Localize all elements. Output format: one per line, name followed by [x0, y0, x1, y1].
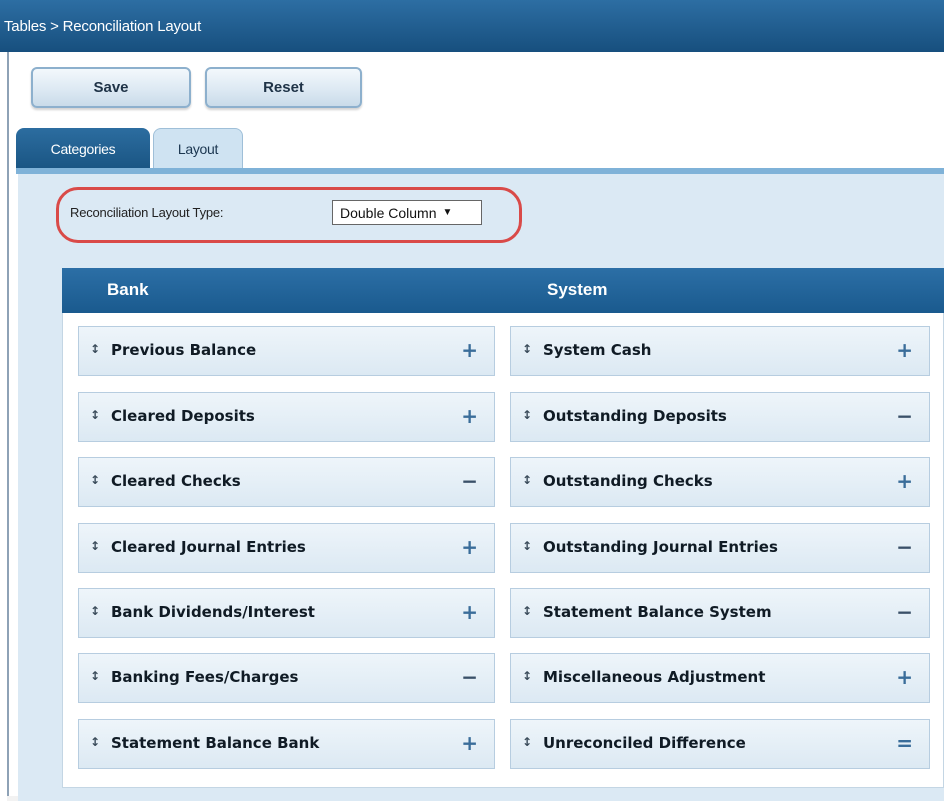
row-label: Outstanding Deposits: [543, 407, 727, 425]
plus-icon[interactable]: +: [461, 600, 478, 624]
plus-icon[interactable]: +: [896, 665, 913, 689]
drag-handle-icon[interactable]: ↕: [522, 735, 532, 749]
row-label: Previous Balance: [111, 341, 257, 359]
frame-border: [7, 52, 9, 801]
plus-icon[interactable]: +: [461, 731, 478, 755]
drag-handle-icon[interactable]: ↕: [90, 539, 100, 553]
minus-icon[interactable]: −: [461, 665, 478, 689]
bank-row-statement-balance-bank[interactable]: ↕ Statement Balance Bank +: [78, 719, 495, 769]
bank-column-header: Bank: [107, 280, 149, 299]
highlight-annotation: [56, 187, 522, 243]
row-label: Cleared Deposits: [111, 407, 255, 425]
row-label: Outstanding Checks: [543, 472, 713, 490]
drag-handle-icon[interactable]: ↕: [522, 539, 532, 553]
save-button[interactable]: Save: [31, 67, 191, 108]
system-row-statement-balance-system[interactable]: ↕ Statement Balance System −: [510, 588, 930, 638]
row-label: System Cash: [543, 341, 652, 359]
row-label: Cleared Checks: [111, 472, 241, 490]
system-row-unreconciled-difference[interactable]: ↕ Unreconciled Difference =: [510, 719, 930, 769]
plus-icon[interactable]: +: [461, 338, 478, 362]
equals-icon: =: [896, 731, 913, 755]
bank-row-cleared-journal-entries[interactable]: ↕ Cleared Journal Entries +: [78, 523, 495, 573]
breadcrumb: Tables > Reconciliation Layout: [4, 18, 202, 35]
bank-row-banking-fees-charges[interactable]: ↕ Banking Fees/Charges −: [78, 653, 495, 703]
plus-icon[interactable]: +: [461, 535, 478, 559]
system-row-system-cash[interactable]: ↕ System Cash +: [510, 326, 930, 376]
plus-icon[interactable]: +: [896, 469, 913, 493]
bank-row-cleared-deposits[interactable]: ↕ Cleared Deposits +: [78, 392, 495, 442]
drag-handle-icon[interactable]: ↕: [90, 342, 100, 356]
system-row-miscellaneous-adjustment[interactable]: ↕ Miscellaneous Adjustment +: [510, 653, 930, 703]
minus-icon[interactable]: −: [896, 600, 913, 624]
system-row-outstanding-journal-entries[interactable]: ↕ Outstanding Journal Entries −: [510, 523, 930, 573]
tab-layout[interactable]: Layout: [153, 128, 243, 169]
bank-row-cleared-checks[interactable]: ↕ Cleared Checks −: [78, 457, 495, 507]
drag-handle-icon[interactable]: ↕: [522, 604, 532, 618]
system-column-header: System: [547, 280, 608, 299]
system-row-outstanding-checks[interactable]: ↕ Outstanding Checks +: [510, 457, 930, 507]
row-label: Miscellaneous Adjustment: [543, 668, 766, 686]
system-row-outstanding-deposits[interactable]: ↕ Outstanding Deposits −: [510, 392, 930, 442]
minus-icon[interactable]: −: [896, 535, 913, 559]
plus-icon[interactable]: +: [461, 404, 478, 428]
drag-handle-icon[interactable]: ↕: [90, 669, 100, 683]
row-label: Bank Dividends/Interest: [111, 603, 315, 621]
drag-handle-icon[interactable]: ↕: [90, 604, 100, 618]
row-label: Statement Balance Bank: [111, 734, 320, 752]
row-label: Unreconciled Difference: [543, 734, 746, 752]
row-label: Cleared Journal Entries: [111, 538, 306, 556]
drag-handle-icon[interactable]: ↕: [522, 342, 532, 356]
breadcrumb-bar: Tables > Reconciliation Layout: [0, 0, 944, 52]
row-label: Banking Fees/Charges: [111, 668, 299, 686]
bank-row-bank-dividends-interest[interactable]: ↕ Bank Dividends/Interest +: [78, 588, 495, 638]
tab-categories[interactable]: Categories: [16, 128, 150, 169]
grid-header: Bank System: [62, 268, 944, 313]
reset-button[interactable]: Reset: [205, 67, 362, 108]
drag-handle-icon[interactable]: ↕: [522, 473, 532, 487]
drag-handle-icon[interactable]: ↕: [90, 473, 100, 487]
minus-icon[interactable]: −: [896, 404, 913, 428]
minus-icon[interactable]: −: [461, 469, 478, 493]
plus-icon[interactable]: +: [896, 338, 913, 362]
drag-handle-icon[interactable]: ↕: [90, 408, 100, 422]
drag-handle-icon[interactable]: ↕: [90, 735, 100, 749]
drag-handle-icon[interactable]: ↕: [522, 669, 532, 683]
bank-row-previous-balance[interactable]: ↕ Previous Balance +: [78, 326, 495, 376]
drag-handle-icon[interactable]: ↕: [522, 408, 532, 422]
row-label: Outstanding Journal Entries: [543, 538, 778, 556]
row-label: Statement Balance System: [543, 603, 772, 621]
